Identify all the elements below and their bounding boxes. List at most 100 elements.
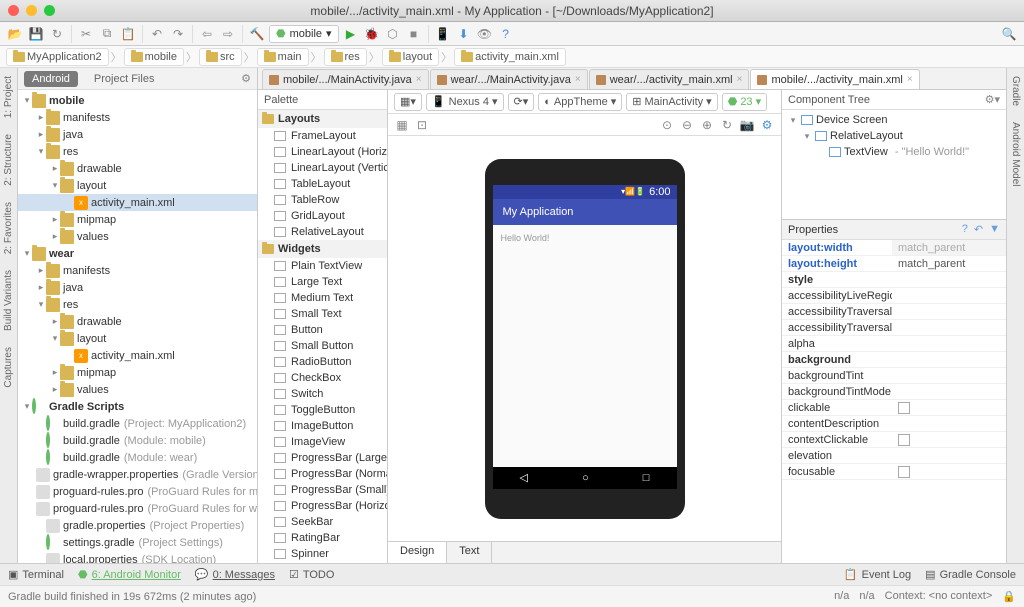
checkbox[interactable] <box>898 466 910 478</box>
tree-node[interactable]: ▸drawable <box>18 313 257 330</box>
run-icon[interactable]: ▶ <box>342 25 360 43</box>
edge-tab[interactable]: 2: Favorites <box>3 198 14 258</box>
tree-node[interactable]: ▾wear <box>18 245 257 262</box>
breadcrumb-item[interactable]: src <box>199 48 242 66</box>
palette-group[interactable]: Widgets <box>258 240 387 258</box>
property-row[interactable]: accessibilityLiveRegion <box>782 288 1006 304</box>
palette-item[interactable]: RatingBar <box>258 530 387 546</box>
todo-tab[interactable]: ☑ TODO <box>289 568 334 581</box>
property-row[interactable]: accessibilityTraversalBef <box>782 320 1006 336</box>
activity-selector[interactable]: ⊞ MainActivity ▾ <box>626 93 717 111</box>
zoom-window[interactable] <box>44 5 55 16</box>
run-config-selector[interactable]: ⬣mobile▾ <box>269 25 339 43</box>
edge-tab[interactable]: Android Model <box>1010 118 1021 190</box>
project-tree[interactable]: ▾mobile▸manifests▸java▾res▸drawable▾layo… <box>18 90 257 563</box>
breadcrumb-item[interactable]: res <box>324 48 367 66</box>
messages-tab[interactable]: 💬 0: Messages <box>195 568 275 581</box>
back-icon[interactable]: ⇦ <box>198 25 216 43</box>
palette-item[interactable]: TableRow <box>258 192 387 208</box>
tree-node[interactable]: ▾layout <box>18 330 257 347</box>
palette-item[interactable]: ProgressBar (Large) <box>258 450 387 466</box>
help-icon[interactable]: ? <box>962 223 968 236</box>
event-log-tab[interactable]: 📋 Event Log <box>844 568 911 581</box>
save-icon[interactable]: 💾 <box>27 25 45 43</box>
breadcrumb-item[interactable]: activity_main.xml <box>454 48 566 66</box>
palette-item[interactable]: ProgressBar (Small) <box>258 482 387 498</box>
palette-item[interactable]: ImageView <box>258 434 387 450</box>
tree-node[interactable]: build.gradle(Module: mobile) <box>18 432 257 449</box>
edge-tab[interactable]: Build Variants <box>3 266 14 335</box>
orientation-button[interactable]: ⟳▾ <box>508 93 535 111</box>
tree-node[interactable]: ▸drawable <box>18 160 257 177</box>
tree-node[interactable]: ▾Gradle Scripts <box>18 398 257 415</box>
filter-icon[interactable]: ▼ <box>989 223 1000 236</box>
tree-node[interactable]: ▾res <box>18 296 257 313</box>
sdk-icon[interactable]: ⬇ <box>455 25 473 43</box>
tree-node[interactable]: gradle-wrapper.properties(Gradle Version… <box>18 466 257 483</box>
palette-item[interactable]: LinearLayout (Vertical) <box>258 160 387 176</box>
tree-node[interactable]: build.gradle(Module: wear) <box>18 449 257 466</box>
close-icon[interactable]: × <box>575 74 581 85</box>
settings-icon[interactable]: ⚙ <box>759 117 775 133</box>
component-node[interactable]: ▾RelativeLayout <box>784 128 1004 144</box>
theme-selector[interactable]: ◐ AppTheme ▾ <box>538 93 622 111</box>
palette-item[interactable]: CheckBox <box>258 370 387 386</box>
palette-item[interactable]: Small Button <box>258 338 387 354</box>
gradle-console-tab[interactable]: ▤ Gradle Console <box>925 568 1016 581</box>
monitor-icon[interactable]: 👁 <box>476 25 494 43</box>
tree-node[interactable]: ▸java <box>18 279 257 296</box>
tree-node[interactable]: settings.gradle(Project Settings) <box>18 534 257 551</box>
forward-icon[interactable]: ⇨ <box>219 25 237 43</box>
component-node[interactable]: TextView- "Hello World!" <box>784 144 1004 160</box>
editor-tab[interactable]: mobile/.../MainActivity.java× <box>262 69 429 89</box>
close-icon[interactable]: × <box>737 74 743 85</box>
editor-tab[interactable]: wear/.../activity_main.xml× <box>589 69 750 89</box>
property-row[interactable]: clickable <box>782 400 1006 416</box>
component-node[interactable]: ▾Device Screen <box>784 112 1004 128</box>
edge-tab[interactable]: Gradle <box>1010 72 1021 110</box>
redo-icon[interactable]: ↷ <box>169 25 187 43</box>
palette-item[interactable]: Button <box>258 322 387 338</box>
tree-node[interactable]: xactivity_main.xml <box>18 194 257 211</box>
component-tree[interactable]: ▾Device Screen▾RelativeLayoutTextView- "… <box>782 110 1006 219</box>
minimize-window[interactable] <box>26 5 37 16</box>
property-row[interactable]: backgroundTint <box>782 368 1006 384</box>
palette-item[interactable]: GridLayout <box>258 208 387 224</box>
close-window[interactable] <box>8 5 19 16</box>
refresh-icon[interactable]: ↻ <box>719 117 735 133</box>
help-icon[interactable]: ? <box>497 25 515 43</box>
palette-toggle[interactable]: ▦▾ <box>394 93 422 111</box>
tree-node[interactable]: local.properties(SDK Location) <box>18 551 257 563</box>
view-options-icon[interactable]: ▦ <box>394 117 410 133</box>
tree-node[interactable]: ▸java <box>18 126 257 143</box>
revert-icon[interactable]: ↶ <box>974 223 983 236</box>
palette-item[interactable]: Small Text <box>258 306 387 322</box>
copy-icon[interactable]: ⧉ <box>98 25 116 43</box>
project-tab-android[interactable]: Android <box>24 71 78 87</box>
cut-icon[interactable]: ✂ <box>77 25 95 43</box>
tree-node[interactable]: proguard-rules.pro(ProGuard Rules for we… <box>18 500 257 517</box>
edge-tab[interactable]: 2: Structure <box>3 130 14 190</box>
zoom-to-fit-icon[interactable]: ⊡ <box>414 117 430 133</box>
terminal-tab[interactable]: ▣ Terminal <box>8 568 64 581</box>
palette-item[interactable]: TableLayout <box>258 176 387 192</box>
device-selector[interactable]: 📱 Nexus 4 ▾ <box>426 93 504 111</box>
palette-item[interactable]: Plain TextView <box>258 258 387 274</box>
tree-node[interactable]: ▾mobile <box>18 92 257 109</box>
project-tab-files[interactable]: Project Files <box>86 71 163 87</box>
design-tab[interactable]: Design <box>388 542 447 563</box>
editor-tab[interactable]: wear/.../MainActivity.java× <box>430 69 588 89</box>
sync-icon[interactable]: ↻ <box>48 25 66 43</box>
tree-node[interactable]: build.gradle(Project: MyApplication2) <box>18 415 257 432</box>
undo-icon[interactable]: ↶ <box>148 25 166 43</box>
property-row[interactable]: alpha <box>782 336 1006 352</box>
debug-icon[interactable]: 🐞 <box>363 25 381 43</box>
tree-node[interactable]: ▾layout <box>18 177 257 194</box>
palette-group[interactable]: Layouts <box>258 110 387 128</box>
palette-item[interactable]: RelativeLayout <box>258 224 387 240</box>
checkbox[interactable] <box>898 402 910 414</box>
property-row[interactable]: backgroundTintMode <box>782 384 1006 400</box>
tree-node[interactable]: ▸mipmap <box>18 211 257 228</box>
tree-node[interactable]: ▸values <box>18 381 257 398</box>
property-row[interactable]: background <box>782 352 1006 368</box>
